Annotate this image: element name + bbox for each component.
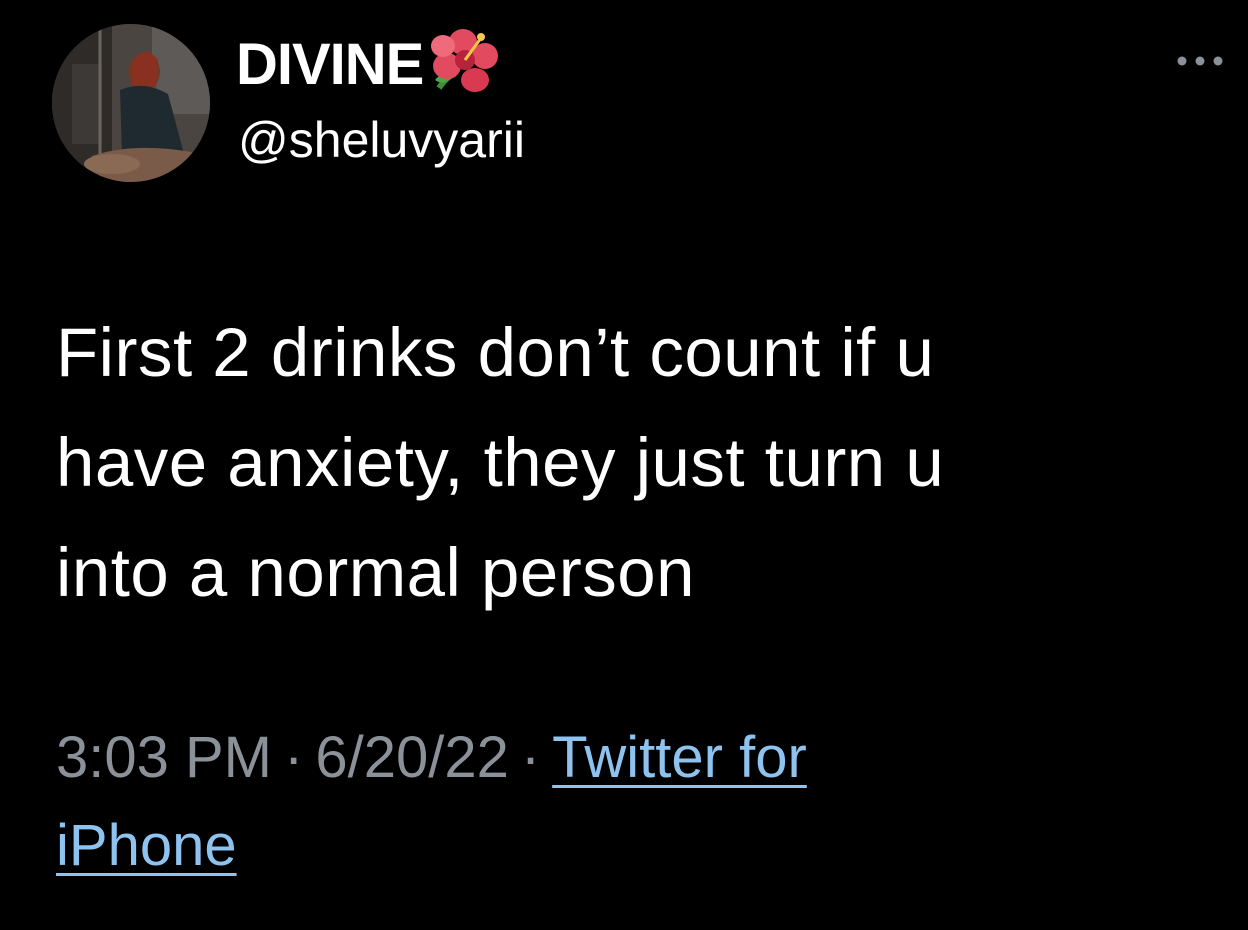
tweet-card: DIVINE @sheluvyarii First 2 drinks don’t…	[0, 0, 1248, 930]
display-name[interactable]: DIVINE	[236, 36, 424, 94]
more-options-icon	[1177, 56, 1223, 66]
metadata-row: 3:03 PM · 6/20/22 · Twitter for	[56, 714, 1216, 802]
author-handle[interactable]: @sheluvyarii	[238, 115, 525, 165]
author-avatar[interactable]	[52, 24, 210, 182]
metadata-row: iPhone	[56, 802, 1216, 890]
hibiscus-emoji-icon	[431, 29, 499, 92]
tweet-text: First 2 drinks don’t count if u have anx…	[56, 298, 1216, 628]
source-link[interactable]: Twitter for	[552, 725, 807, 790]
tweet-text-line: First 2 drinks don’t count if u	[56, 314, 935, 391]
tweet-date[interactable]: 6/20/22	[315, 725, 509, 790]
source-link-continued[interactable]: iPhone	[56, 813, 237, 878]
display-name-row[interactable]: DIVINE	[236, 29, 499, 100]
separator-dot: ·	[284, 725, 304, 790]
tweet-time[interactable]: 3:03 PM	[56, 725, 272, 790]
tweet-text-line: have anxiety, they just turn u	[56, 424, 945, 501]
tweet-text-line: into a normal person	[56, 534, 696, 611]
profile-photo-icon	[52, 24, 210, 182]
separator-dot: ·	[520, 725, 541, 790]
tweet-metadata: 3:03 PM · 6/20/22 · Twitter for iPhone	[56, 714, 1216, 890]
more-options-button[interactable]	[1168, 46, 1232, 76]
